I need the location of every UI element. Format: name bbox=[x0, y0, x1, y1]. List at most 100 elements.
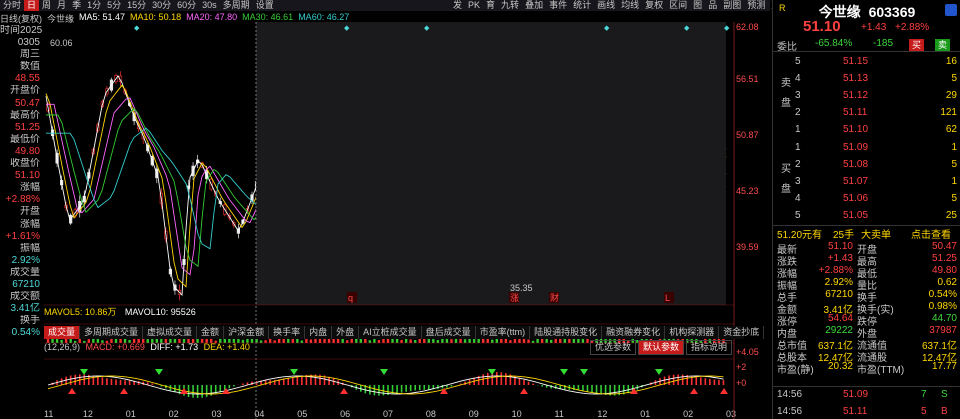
big-order-price: 51.20元有 bbox=[777, 230, 823, 241]
tool-tab[interactable]: 事件 bbox=[546, 0, 570, 11]
period-tab[interactable]: 季 bbox=[69, 0, 84, 11]
tool-tab[interactable]: 均线 bbox=[618, 0, 642, 11]
indicator-tab[interactable]: 市盈率(ttm) bbox=[476, 326, 531, 339]
macd-bar bbox=[695, 376, 698, 385]
indicator-sub-tab[interactable]: 默认参数 bbox=[638, 340, 685, 355]
tick-time: 14:56 bbox=[777, 406, 803, 417]
period-tab[interactable]: 30s bbox=[199, 0, 220, 11]
price-axis-label: 56.51 bbox=[736, 74, 759, 84]
indicator-tab[interactable]: 内盘 bbox=[305, 326, 333, 339]
indicator-tab[interactable]: 外盘 bbox=[332, 326, 360, 339]
sell-button[interactable]: 卖 bbox=[935, 39, 951, 51]
period-tab[interactable]: 15分 bbox=[124, 0, 149, 11]
volume-bar bbox=[268, 338, 272, 343]
big-order-link[interactable]: 点击查看 bbox=[911, 226, 951, 241]
tool-tab[interactable]: 区间 bbox=[666, 0, 690, 11]
book-vol: 5 bbox=[951, 193, 957, 204]
ask-side-label: 卖盘 bbox=[781, 78, 791, 109]
macd-bar bbox=[369, 385, 371, 395]
volume-bar bbox=[513, 338, 517, 343]
book-price: 51.09 bbox=[843, 142, 869, 153]
book-row[interactable]: 2 51.08 5 bbox=[773, 159, 960, 171]
volume-legend: MAVOL5: 10.86万 MAVOL10: 95526 bbox=[44, 305, 196, 318]
period-tab[interactable]: 1分 bbox=[84, 0, 104, 11]
indicator-sub-tab[interactable]: 优选参数 bbox=[590, 340, 637, 355]
period-tab[interactable]: 月 bbox=[54, 0, 69, 11]
indicator-tab[interactable]: 沪深金额 bbox=[224, 326, 270, 339]
book-vol: 1 bbox=[951, 176, 957, 187]
book-vol: 62 bbox=[945, 124, 957, 135]
tool-tab[interactable]: 统计 bbox=[570, 0, 594, 11]
kline-chart[interactable]: 11 12 01 02 03 04 05 06 07 08 09 10 11 12 01 02 03 ◆ ◆ ◆ ◆ ◆… bbox=[44, 22, 744, 419]
indicator-tab[interactable]: 金额 bbox=[197, 326, 225, 339]
macd-bar bbox=[405, 385, 407, 392]
indicator-tab[interactable]: 机构探测器 bbox=[665, 326, 720, 339]
book-price: 51.05 bbox=[843, 210, 869, 221]
book-row[interactable]: 3 51.12 29 bbox=[773, 90, 960, 102]
period-tab[interactable]: 周 bbox=[39, 0, 54, 11]
book-row[interactable]: 3 51.07 1 bbox=[773, 176, 960, 188]
book-vol: 5 bbox=[951, 73, 957, 84]
macd-bar bbox=[382, 385, 385, 396]
period-tab[interactable]: 设置 bbox=[253, 0, 277, 11]
period-tab[interactable]: 60分 bbox=[174, 0, 199, 11]
chart-mode-label: 日线(复权) bbox=[0, 14, 42, 24]
indicator-tab[interactable]: 资金抄底 bbox=[719, 326, 765, 339]
tool-tab[interactable]: 育 bbox=[483, 0, 498, 11]
info-label: 收盘价 bbox=[10, 158, 40, 170]
tool-tab[interactable]: 预测 bbox=[744, 0, 768, 11]
indicator-sub-tab[interactable]: 指标说明 bbox=[686, 340, 733, 355]
info-row: 0305 bbox=[0, 37, 44, 49]
macd-bar bbox=[713, 379, 716, 385]
stat-value: +2.88% bbox=[818, 265, 853, 276]
book-row[interactable]: 4 51.06 5 bbox=[773, 193, 960, 205]
tool-tab[interactable]: 画线 bbox=[594, 0, 618, 11]
period-tab[interactable]: 5分 bbox=[104, 0, 124, 11]
event-marker: q bbox=[348, 293, 353, 303]
x-axis-label: 02 bbox=[683, 409, 693, 419]
stat-value: 50.47 bbox=[931, 241, 957, 252]
x-axis-label: 03 bbox=[212, 409, 222, 419]
macd-bar bbox=[414, 385, 416, 391]
stat-value: 44.70 bbox=[931, 313, 957, 324]
tick-price: 51.11 bbox=[843, 406, 868, 417]
x-axis-label: 01 bbox=[126, 409, 136, 419]
tool-tab[interactable]: PK bbox=[465, 0, 483, 11]
info-icon[interactable] bbox=[945, 4, 957, 16]
stats-row: 总手 67210 换手 0.54% bbox=[773, 289, 960, 304]
info-row: 成交额 bbox=[0, 291, 44, 303]
book-row[interactable]: 1 51.10 62 bbox=[773, 124, 960, 136]
tool-tab[interactable]: 图 bbox=[690, 0, 705, 11]
sell-signal-arrow-icon bbox=[560, 369, 568, 375]
tool-tab[interactable]: 复权 bbox=[642, 0, 666, 11]
period-tab[interactable]: 多周期 bbox=[220, 0, 253, 11]
tool-tab[interactable]: 叠加 bbox=[522, 0, 546, 11]
indicator-tab[interactable]: 成交量 bbox=[44, 326, 81, 339]
indicator-tab[interactable]: 虚拟成交量 bbox=[143, 326, 198, 339]
tool-tab[interactable]: 发 bbox=[450, 0, 465, 11]
indicator-tab[interactable]: 融资融券变化 bbox=[602, 326, 666, 339]
indicator-tab[interactable]: AI立桩成交量 bbox=[359, 326, 422, 339]
book-row[interactable]: 4 51.13 5 bbox=[773, 73, 960, 85]
macd-bar bbox=[396, 385, 398, 394]
buy-button[interactable]: 买 bbox=[909, 39, 925, 51]
big-order-type: 大卖单 bbox=[861, 230, 891, 241]
period-tab[interactable]: 分时 bbox=[0, 0, 24, 11]
period-tab[interactable]: 日 bbox=[24, 0, 40, 11]
indicator-tab[interactable]: 换手率 bbox=[269, 326, 306, 339]
indicator-tab[interactable]: 陆股通持股变化 bbox=[530, 326, 603, 339]
tick-time: 14:56 bbox=[777, 389, 803, 400]
period-tab[interactable]: 30分 bbox=[149, 0, 174, 11]
book-row[interactable]: 2 51.11 121 bbox=[773, 107, 960, 119]
macd-bar bbox=[228, 385, 231, 389]
book-row[interactable]: 5 51.05 25 bbox=[773, 210, 960, 222]
price-axis-label: 62.08 bbox=[736, 22, 759, 32]
book-row[interactable]: 1 51.09 1 bbox=[773, 142, 960, 154]
tool-tab[interactable]: 副图 bbox=[720, 0, 744, 11]
info-row: 49.80 bbox=[0, 146, 44, 158]
book-row[interactable]: 5 51.15 16 bbox=[773, 56, 960, 68]
tool-tab[interactable]: 九转 bbox=[498, 0, 522, 11]
indicator-tab[interactable]: 多周期成交量 bbox=[80, 326, 144, 339]
indicator-tab[interactable]: 盘后成交量 bbox=[422, 326, 476, 339]
tool-tab[interactable]: 品 bbox=[705, 0, 720, 11]
